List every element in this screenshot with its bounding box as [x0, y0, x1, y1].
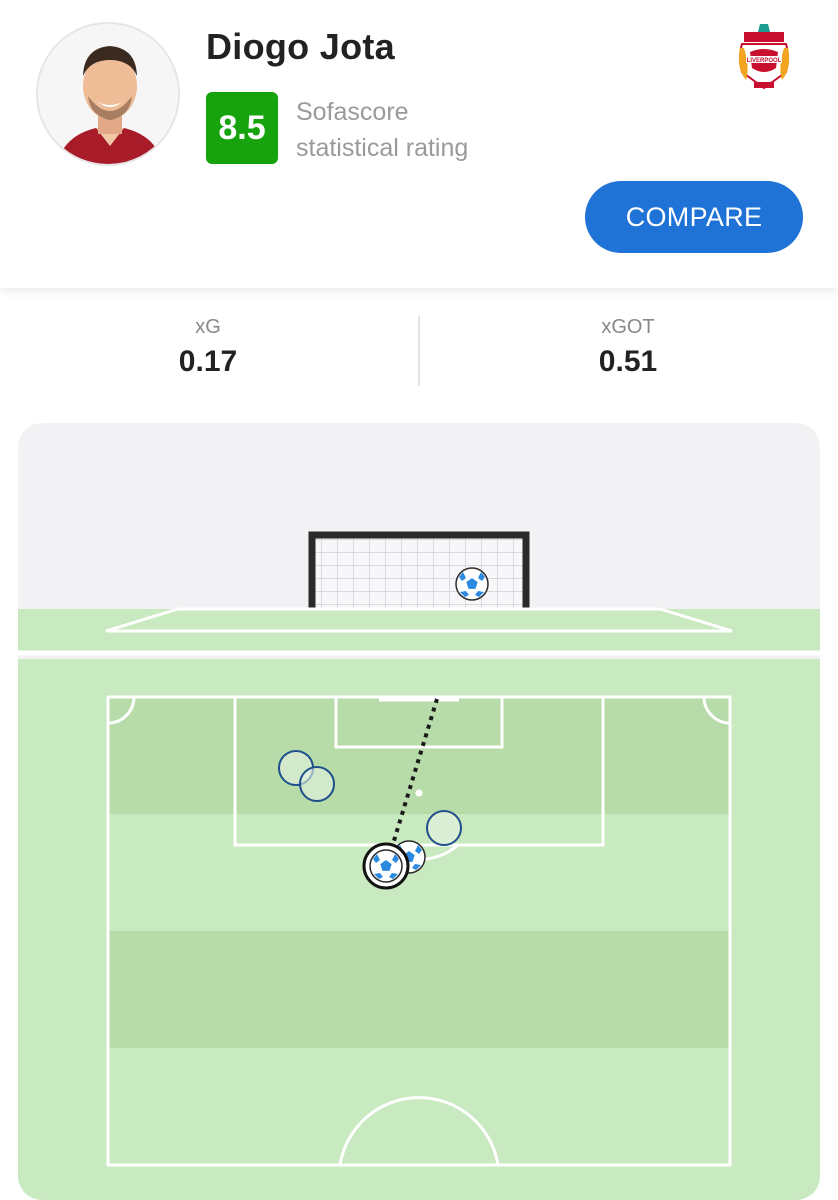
- xgot-label: xGOT: [601, 316, 655, 338]
- liverpool-crest-icon[interactable]: LIVERPOOL: [736, 18, 792, 96]
- xg-stat: xG 0.17: [18, 316, 398, 379]
- goal-frame: [308, 531, 530, 609]
- rating-caption-line2: statistical rating: [296, 134, 469, 162]
- rating-caption-line1: Sofascore: [296, 98, 409, 126]
- rating-badge: 8.5: [206, 92, 278, 164]
- selected-goal-marker[interactable]: [362, 842, 410, 890]
- player-header: Diogo Jota 8.5 Sofascore statistical rat…: [0, 0, 838, 288]
- stat-divider: [418, 316, 420, 386]
- shotmap-svg: [18, 423, 820, 1200]
- shot-marker[interactable]: [299, 766, 335, 802]
- player-photo: [38, 24, 178, 164]
- shotmap[interactable]: [18, 423, 820, 1200]
- player-name: Diogo Jota: [206, 26, 395, 67]
- compare-button[interactable]: COMPARE: [585, 181, 803, 253]
- xg-label: xG: [195, 316, 221, 338]
- player-avatar: [36, 22, 180, 166]
- club-logo-text: LIVERPOOL: [747, 58, 782, 64]
- goal-shot-marker[interactable]: [455, 567, 489, 601]
- xgot-stat: xGOT 0.51: [438, 316, 818, 379]
- pitch: [18, 659, 820, 1200]
- xg-value: 0.17: [178, 345, 238, 378]
- shot-marker[interactable]: [426, 810, 462, 846]
- xgot-value: 0.51: [598, 345, 658, 378]
- rating-caption: Sofascore statistical rating: [296, 94, 468, 166]
